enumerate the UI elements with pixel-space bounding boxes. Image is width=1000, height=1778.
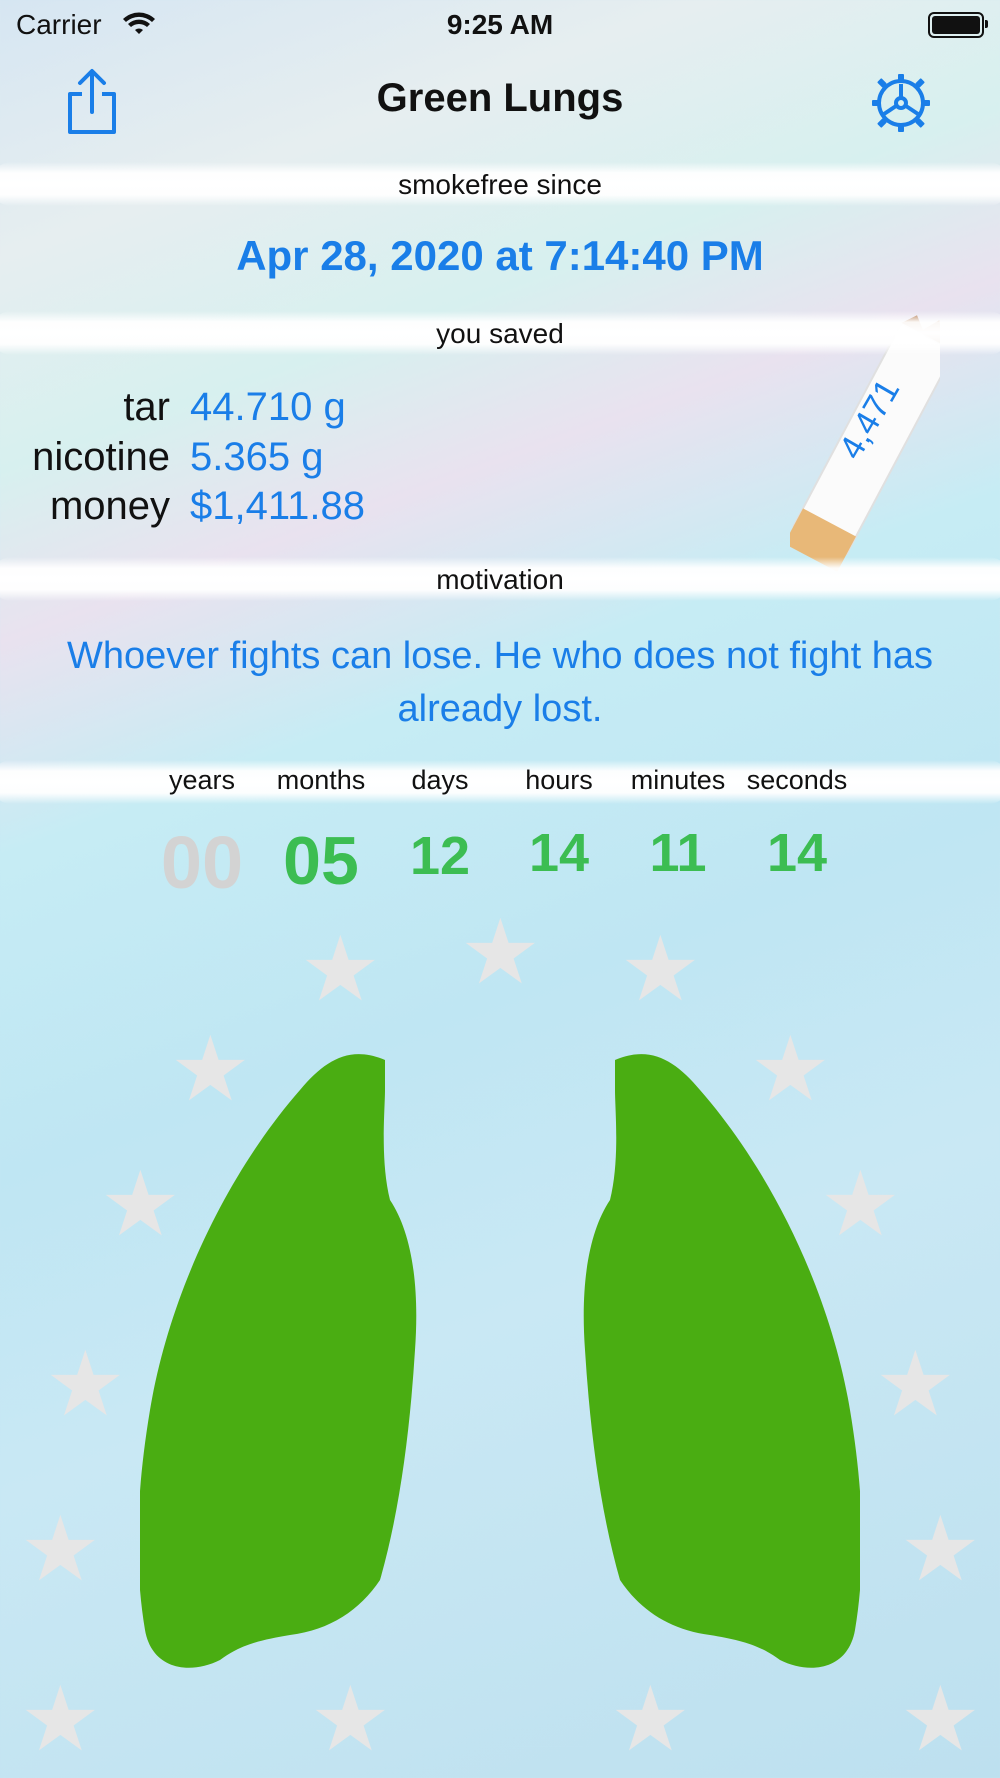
star-icon: ★ [460, 903, 541, 1003]
timer-unit-years: years [168, 765, 236, 795]
star-icon: ★ [620, 920, 701, 1020]
timer-value-years: 00 [160, 821, 244, 904]
star-icon: ★ [300, 920, 381, 1020]
motivation-section-label: motivation [436, 564, 564, 595]
saved-money-value: $1,411.88 [190, 484, 365, 528]
timer-unit-months: months [276, 765, 366, 795]
star-icon: ★ [20, 1670, 101, 1770]
gear-icon[interactable] [870, 72, 932, 134]
status-bar: Carrier 9:25 AM [0, 0, 1000, 50]
star-icon: ★ [610, 1670, 691, 1770]
star-icon: ★ [875, 1335, 956, 1435]
timer-unit-hours: hours [525, 765, 593, 795]
timer-unit-days: days [411, 765, 469, 795]
star-icon: ★ [310, 1670, 391, 1770]
star-icon: ★ [20, 1500, 101, 1600]
saved-nicotine-label: nicotine [32, 435, 170, 479]
motivation-quote[interactable]: Whoever fights can lose. He who does not… [20, 630, 980, 736]
saved-money-label: money [49, 484, 170, 528]
saved-tar-value: 44.710 g [190, 385, 346, 429]
timer-value-months: 05 [283, 823, 359, 899]
timer-unit-minutes: minutes [630, 765, 726, 795]
timer-value-seconds: 14 [766, 823, 828, 883]
since-section-label: smokefree since [398, 169, 602, 200]
status-time: 9:25 AM [446, 9, 554, 40]
star-icon: ★ [45, 1335, 126, 1435]
timer-value-minutes: 11 [649, 823, 707, 883]
smokefree-since-date[interactable]: Apr 28, 2020 at 7:14:40 PM [0, 232, 1000, 280]
page-title: Green Lungs [376, 76, 624, 120]
star-icon: ★ [900, 1670, 981, 1770]
saved-tar-label: tar [123, 385, 170, 429]
timer-unit-seconds: seconds [746, 765, 848, 795]
star-icon: ★ [900, 1500, 981, 1600]
timer-value-days: 12 [409, 826, 471, 886]
saved-section-label: you saved [436, 318, 564, 349]
battery-icon [928, 12, 988, 38]
timer-value-hours: 14 [528, 823, 590, 883]
saved-nicotine-value: 5.365 g [190, 435, 324, 479]
lungs-image [140, 1054, 860, 1668]
